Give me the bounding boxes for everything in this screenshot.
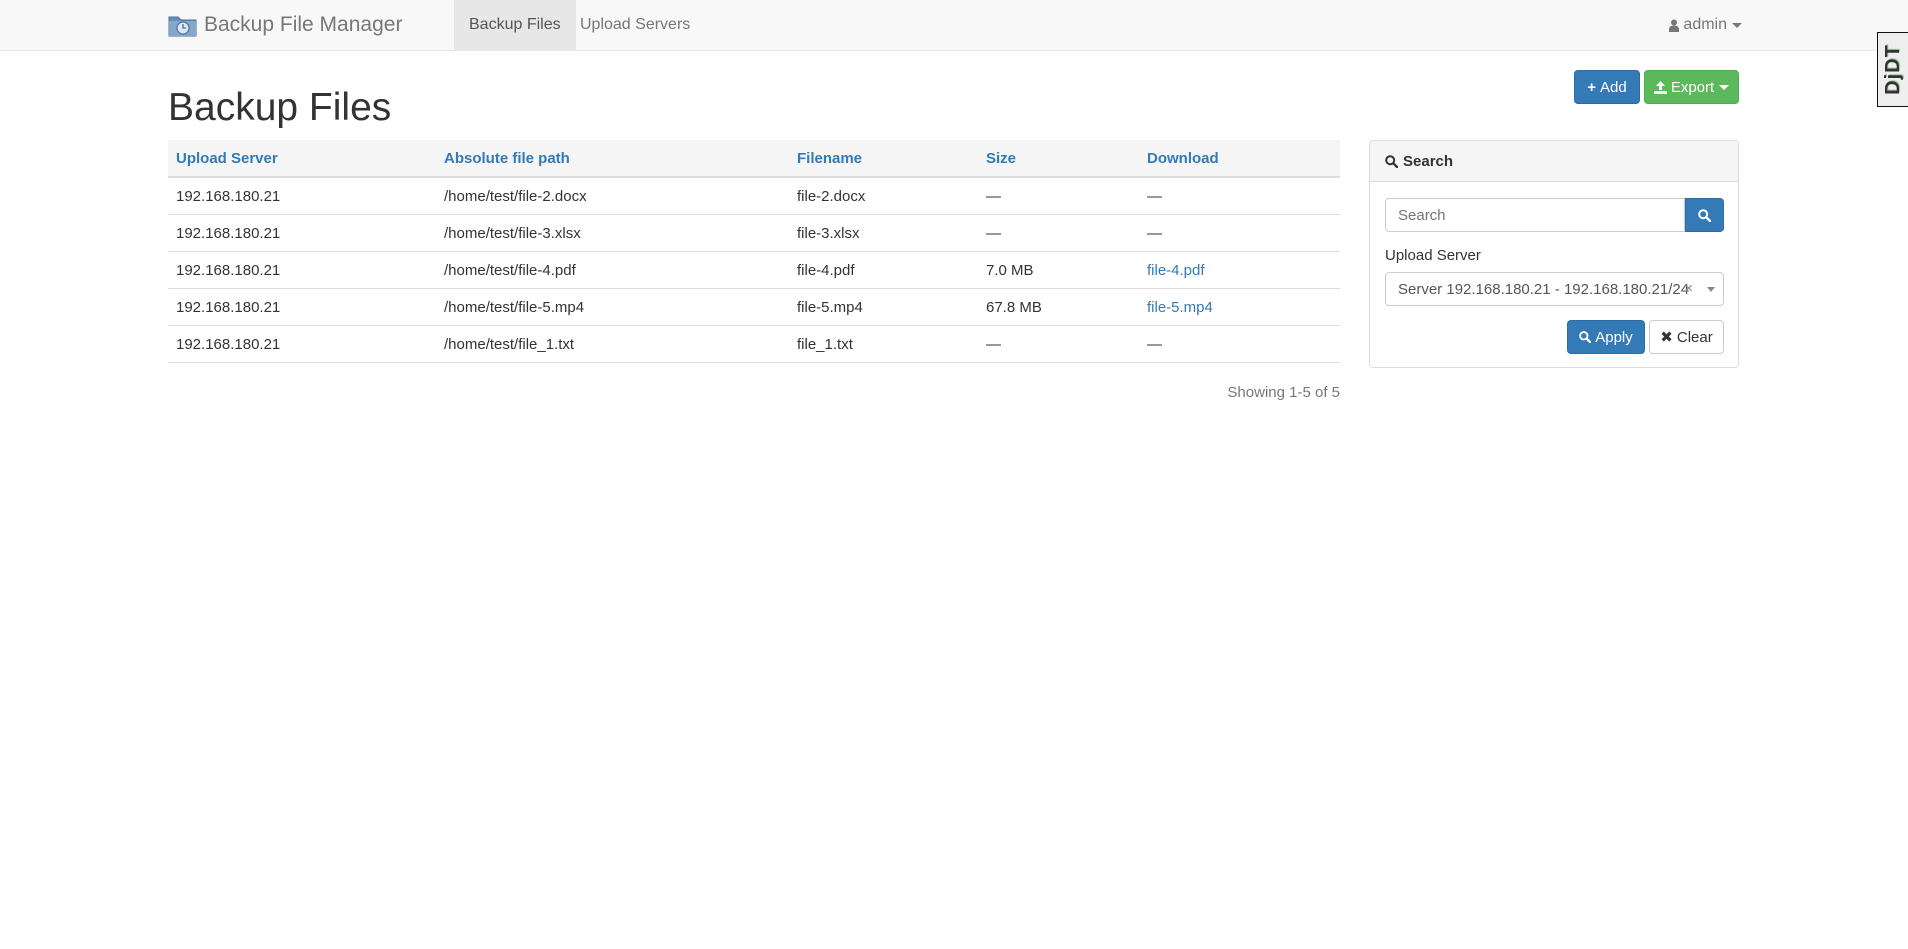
export-button[interactable]: Export — [1644, 70, 1739, 104]
cell-download: — — [1139, 325, 1340, 363]
download-link[interactable]: file-4.pdf — [1147, 262, 1205, 279]
cell-size: — — [978, 214, 1139, 252]
apply-button[interactable]: Apply — [1567, 320, 1645, 354]
table-row: 192.168.180.21 /home/test/file-4.pdf fil… — [168, 251, 1340, 289]
upload-icon — [1653, 80, 1667, 94]
cell-server: 192.168.180.21 — [168, 214, 436, 252]
plus-icon: + — [1587, 78, 1597, 96]
cell-path: /home/test/file-3.xlsx — [436, 214, 789, 252]
user-name: admin — [1683, 16, 1727, 33]
chevron-down-icon — [1707, 287, 1715, 292]
user-menu[interactable]: admin — [1669, 0, 1742, 50]
chevron-down-icon — [1732, 22, 1742, 28]
cell-filename: file-2.docx — [789, 177, 978, 215]
brand-link[interactable]: Backup File Manager — [168, 0, 402, 50]
cell-size: 67.8 MB — [978, 288, 1139, 326]
column-header-size[interactable]: Size — [978, 140, 1139, 178]
search-submit-button[interactable] — [1685, 198, 1724, 232]
upload-server-select[interactable]: Server 192.168.180.21 - 192.168.180.21/2… — [1385, 272, 1724, 306]
cell-server: 192.168.180.21 — [168, 177, 436, 215]
clear-button[interactable]: ✖ Clear — [1649, 320, 1724, 354]
cell-size: — — [978, 325, 1139, 363]
search-panel: Search Upload Server Server 192.168.180.… — [1369, 140, 1739, 368]
chevron-down-icon — [1719, 84, 1730, 90]
tab-upload-servers[interactable]: Upload Servers — [565, 0, 705, 50]
navbar: Backup File Manager Backup Files Upload … — [0, 0, 1908, 51]
search-icon — [1698, 209, 1711, 222]
table-row: 192.168.180.21 /home/test/file-5.mp4 fil… — [168, 288, 1340, 326]
cell-path: /home/test/file_1.txt — [436, 325, 789, 363]
search-panel-heading: Search — [1370, 141, 1738, 182]
add-button-label: Add — [1600, 78, 1627, 96]
add-button[interactable]: + Add — [1574, 70, 1640, 104]
cell-filename: file_1.txt — [789, 325, 978, 363]
cell-size: — — [978, 177, 1139, 215]
brand-title: Backup File Manager — [204, 13, 403, 36]
column-header-upload-server[interactable]: Upload Server — [168, 140, 436, 178]
debug-toolbar-handle[interactable]: DjDT — [1877, 32, 1908, 107]
cell-server: 192.168.180.21 — [168, 288, 436, 326]
cell-server: 192.168.180.21 — [168, 251, 436, 289]
search-icon — [1579, 331, 1592, 343]
clear-selection-icon[interactable]: × — [1684, 280, 1693, 297]
backup-files-table: Upload Server Absolute file path Filenam… — [168, 140, 1340, 363]
cell-path: /home/test/file-4.pdf — [436, 251, 789, 289]
search-input[interactable] — [1385, 198, 1685, 232]
cell-size: 7.0 MB — [978, 251, 1139, 289]
column-header-path[interactable]: Absolute file path — [436, 140, 789, 178]
column-header-filename[interactable]: Filename — [789, 140, 978, 178]
table-row: 192.168.180.21 /home/test/file-2.docx fi… — [168, 177, 1340, 215]
tab-backup-files[interactable]: Backup Files — [454, 0, 576, 50]
upload-server-selected-value: Server 192.168.180.21 - 192.168.180.21/2… — [1398, 280, 1690, 298]
search-panel-title: Search — [1403, 152, 1454, 170]
close-icon: ✖ — [1660, 329, 1673, 346]
upload-server-label: Upload Server — [1385, 247, 1481, 264]
cell-path: /home/test/file-5.mp4 — [436, 288, 789, 326]
cell-download: — — [1139, 177, 1340, 215]
table-row: 192.168.180.21 /home/test/file_1.txt fil… — [168, 325, 1340, 363]
search-icon — [1385, 154, 1398, 168]
cell-download: file-5.mp4 — [1139, 288, 1340, 326]
cell-filename: file-4.pdf — [789, 251, 978, 289]
cell-filename: file-3.xlsx — [789, 214, 978, 252]
column-header-download[interactable]: Download — [1139, 140, 1340, 178]
download-link[interactable]: file-5.mp4 — [1147, 299, 1213, 316]
folder-clock-icon — [168, 13, 198, 37]
apply-button-label: Apply — [1595, 328, 1633, 346]
clear-button-label: Clear — [1676, 328, 1713, 346]
cell-filename: file-5.mp4 — [789, 288, 978, 326]
cell-server: 192.168.180.21 — [168, 325, 436, 363]
cell-path: /home/test/file-2.docx — [436, 177, 789, 215]
export-button-label: Export — [1670, 78, 1715, 96]
debug-toolbar-label: DjDT — [1881, 44, 1904, 95]
table-row: 192.168.180.21 /home/test/file-3.xlsx fi… — [168, 214, 1340, 252]
cell-download: — — [1139, 214, 1340, 252]
table-header-row: Upload Server Absolute file path Filenam… — [168, 140, 1340, 178]
pagination-summary: Showing 1-5 of 5 — [1227, 384, 1340, 401]
user-icon — [1669, 19, 1680, 32]
cell-download: file-4.pdf — [1139, 251, 1340, 289]
page-title: Backup Files — [168, 86, 392, 129]
